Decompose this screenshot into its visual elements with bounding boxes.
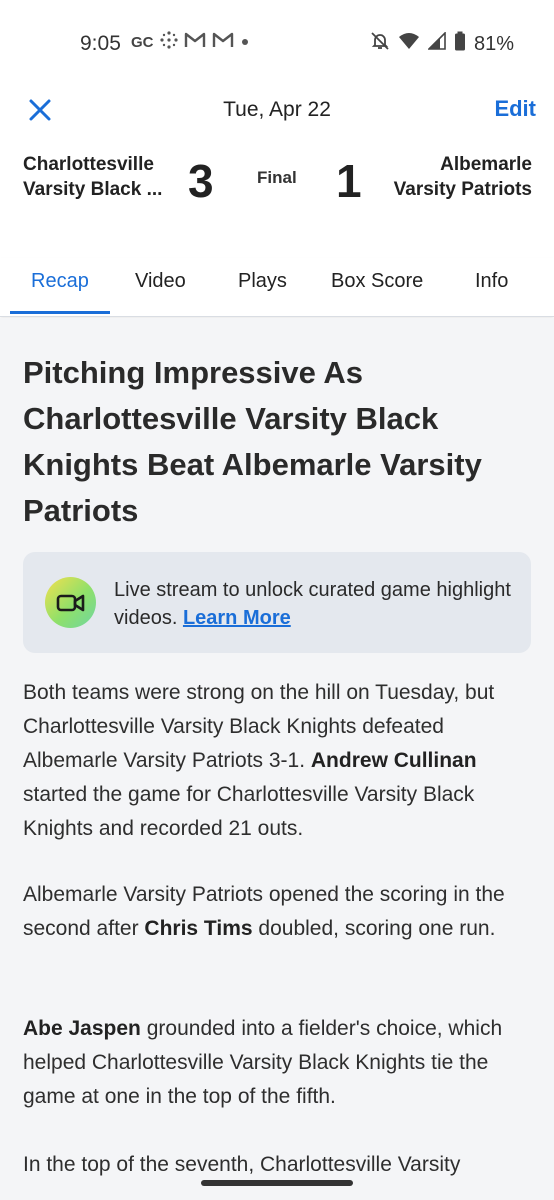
signal-icon	[427, 31, 446, 56]
home-score: 3	[188, 155, 214, 207]
paragraph-4-text: In the top of the seventh, Charlottesvil…	[23, 1153, 461, 1176]
game-status: Final	[257, 168, 297, 187]
paragraph-1: Both teams were strong on the hill on Tu…	[23, 676, 533, 846]
wifi-icon	[398, 32, 420, 56]
system-icons: 81%	[370, 31, 514, 57]
paragraph-2: Albemarle Varsity Patriots opened the sc…	[23, 878, 533, 946]
article-headline: Pitching Impressive As Charlottesville V…	[23, 355, 482, 528]
notification-icons: GC	[131, 31, 250, 54]
gmail-icon	[184, 31, 206, 54]
tab-info[interactable]: Info	[475, 270, 508, 293]
tab-bar: Recap Video Plays Box Score Info	[0, 258, 554, 317]
dots-grid-icon	[159, 31, 178, 54]
live-stream-promo[interactable]: Live stream to unlock curated game highl…	[23, 552, 531, 653]
tab-recap[interactable]: Recap	[31, 270, 89, 293]
home-team-line2: Varsity Black ...	[23, 179, 163, 200]
player-name: Abe Jaspen	[23, 1017, 141, 1040]
tab-video[interactable]: Video	[135, 270, 186, 293]
edit-button[interactable]: Edit	[494, 96, 536, 122]
active-tab-indicator	[10, 311, 110, 314]
status-time: 9:05	[80, 32, 121, 55]
player-name: Andrew Cullinan	[310, 749, 477, 772]
home-team-line1: Charlottesville	[23, 154, 154, 175]
game-date: Tue, Apr 22	[223, 98, 331, 121]
promo-text: Live stream to unlock curated game highl…	[114, 576, 514, 632]
home-team-name[interactable]: Charlottesville Varsity Black ...	[23, 152, 162, 202]
recap-content[interactable]: Pitching Impressive As Charlottesville V…	[0, 318, 554, 1200]
away-team-line1: Albemarle	[440, 154, 532, 175]
paragraph-3: Abe Jaspen grounded into a fielder's cho…	[23, 1012, 533, 1114]
bell-off-icon	[370, 31, 390, 57]
dot-icon	[240, 34, 250, 52]
gmail-icon	[212, 31, 234, 54]
scoreboard: Charlottesville Varsity Black ... 3 Fina…	[0, 148, 554, 218]
player-name: Chris Tims	[144, 917, 253, 940]
battery-percent: 81%	[473, 32, 514, 55]
paragraph-1-text-b: started the game for Charlottesville Var…	[23, 783, 475, 840]
paragraph-2-text-b: doubled, scoring one run.	[258, 917, 496, 940]
away-team-name[interactable]: Albemarle Varsity Patriots	[394, 152, 532, 202]
away-team-line2: Varsity Patriots	[393, 179, 532, 200]
battery-icon	[454, 31, 466, 57]
learn-more-link[interactable]: Learn More	[183, 607, 291, 629]
away-score: 1	[336, 155, 362, 207]
gc-icon: GC	[131, 34, 154, 51]
tab-plays[interactable]: Plays	[238, 270, 287, 293]
promo-message: Live stream to unlock curated game highl…	[114, 579, 511, 629]
video-camera-icon	[45, 577, 96, 628]
tab-box-score[interactable]: Box Score	[331, 270, 423, 293]
status-bar: 9:05 GC 81%	[0, 0, 554, 86]
paragraph-4: In the top of the seventh, Charlottesvil…	[23, 1148, 533, 1182]
top-bar: Tue, Apr 22 Edit	[0, 86, 554, 136]
home-indicator[interactable]	[201, 1180, 353, 1186]
